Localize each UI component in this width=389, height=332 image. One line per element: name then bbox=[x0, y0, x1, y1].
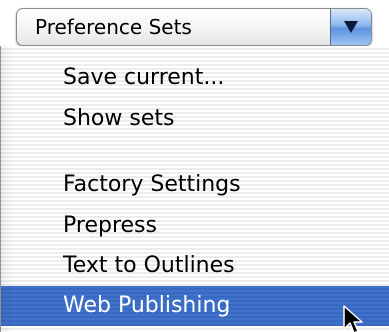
preference-sets-popup-menu: Preference Sets Save current... Show set… bbox=[0, 0, 389, 332]
chevron-down-icon bbox=[344, 21, 358, 33]
menu-item-factory-settings[interactable]: Factory Settings bbox=[1, 165, 389, 205]
arrow-pointer-icon bbox=[343, 305, 363, 332]
preference-sets-popup-button[interactable]: Preference Sets bbox=[16, 8, 372, 46]
menu-item-save-current[interactable]: Save current... bbox=[1, 58, 389, 98]
popup-arrow-button[interactable] bbox=[330, 9, 371, 45]
menu-item-show-sets[interactable]: Show sets bbox=[1, 99, 389, 139]
popup-button-label: Preference Sets bbox=[35, 15, 192, 39]
menu-item-web-publishing[interactable]: Web Publishing bbox=[1, 286, 389, 326]
dropdown-menu: Save current... Show sets Factory Settin… bbox=[0, 46, 389, 332]
menu-item-prepress[interactable]: Prepress bbox=[1, 206, 389, 246]
menu-item-text-to-outlines[interactable]: Text to Outlines bbox=[1, 246, 389, 286]
